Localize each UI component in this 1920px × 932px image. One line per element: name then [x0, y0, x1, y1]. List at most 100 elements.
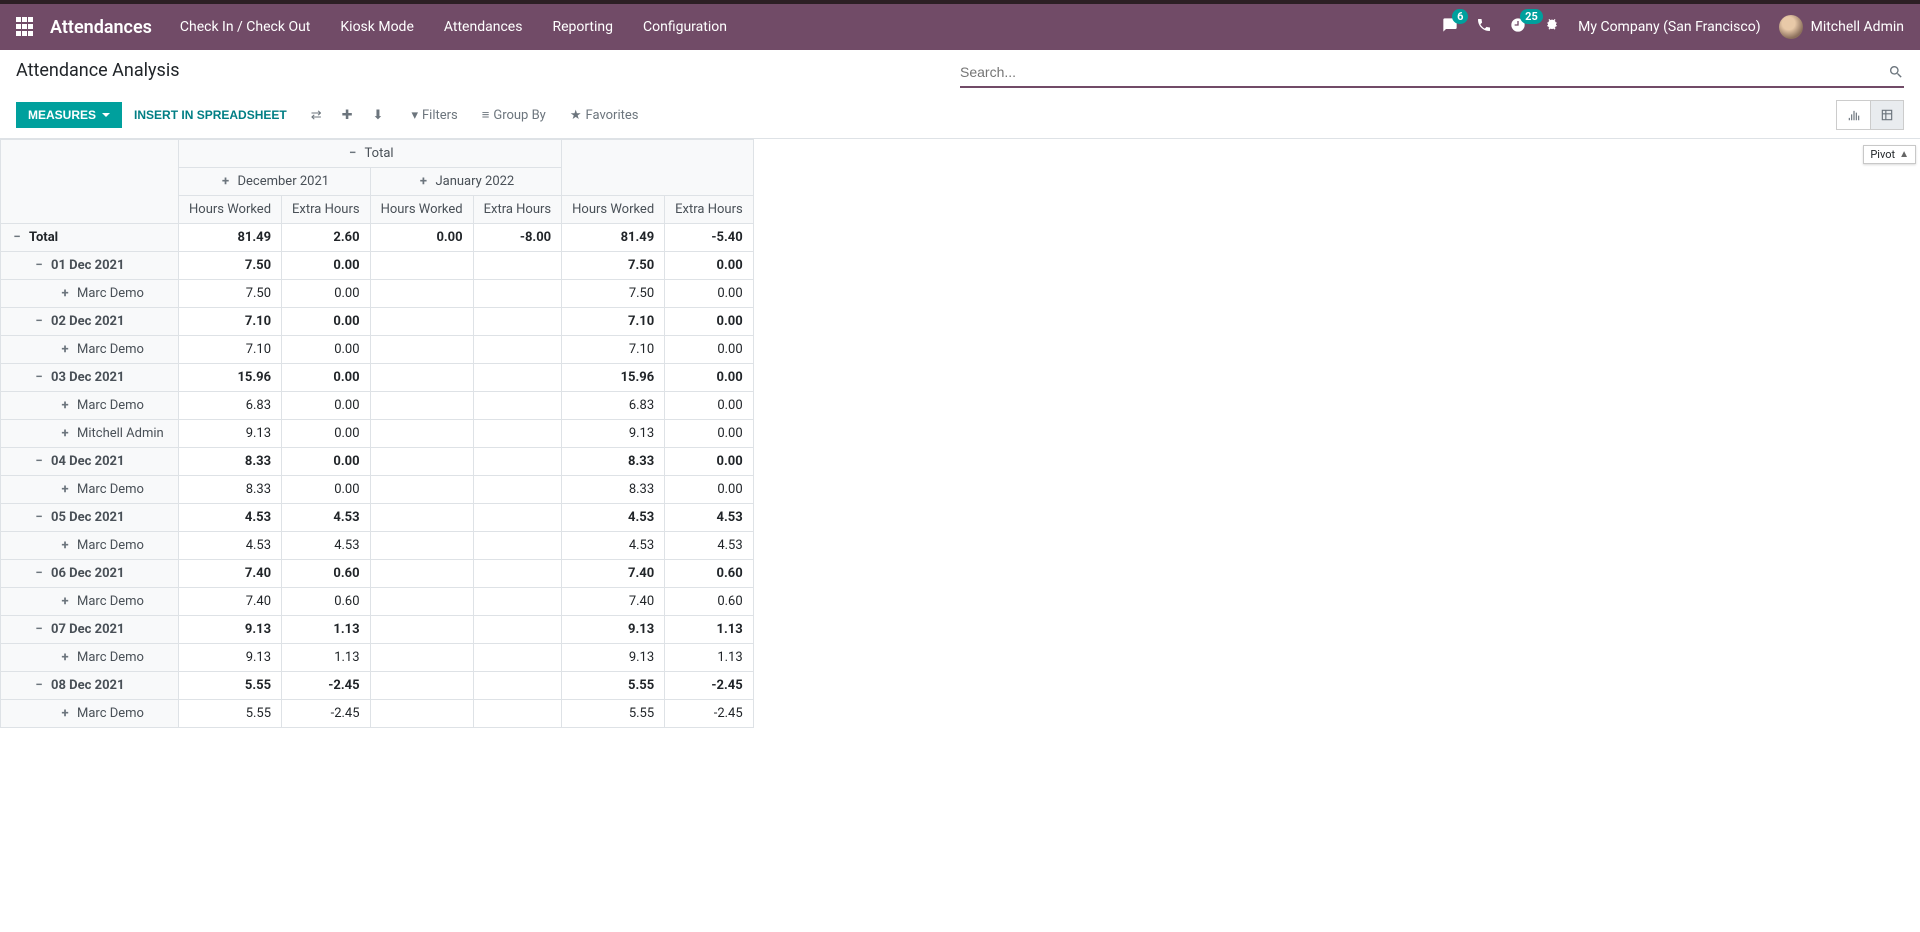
pivot-cell[interactable] [370, 672, 473, 700]
pivot-cell[interactable]: 81.49 [179, 224, 282, 252]
menu-reporting[interactable]: Reporting [552, 19, 613, 35]
collapse-icon[interactable]: − [33, 314, 45, 329]
pivot-cell[interactable]: 7.10 [562, 308, 665, 336]
measure-header[interactable]: Extra Hours [665, 196, 754, 224]
pivot-cell[interactable]: 1.13 [282, 644, 371, 672]
pivot-cell[interactable] [473, 476, 562, 504]
pivot-cell[interactable] [370, 252, 473, 280]
measure-header[interactable]: Extra Hours [473, 196, 562, 224]
pivot-cell[interactable] [370, 532, 473, 560]
apps-icon[interactable] [16, 17, 36, 37]
pivot-cell[interactable]: 1.13 [665, 644, 754, 672]
pivot-cell[interactable]: 5.55 [562, 700, 665, 728]
pivot-cell[interactable]: 9.13 [179, 420, 282, 448]
pivot-cell[interactable]: 7.50 [179, 280, 282, 308]
pivot-cell[interactable]: 8.33 [179, 476, 282, 504]
pivot-cell[interactable] [473, 420, 562, 448]
phone-icon[interactable] [1476, 17, 1492, 37]
download-icon[interactable]: ⬇ [373, 108, 384, 123]
pivot-cell[interactable] [370, 336, 473, 364]
pivot-cell[interactable]: 0.00 [665, 392, 754, 420]
flip-axis-icon[interactable]: ⇄ [311, 108, 322, 123]
pivot-cell[interactable] [370, 644, 473, 672]
row-header[interactable]: −07 Dec 2021 [1, 616, 179, 644]
expand-icon[interactable]: + [59, 482, 71, 497]
pivot-view-button[interactable] [1870, 100, 1904, 130]
messages-icon[interactable]: 6 [1442, 17, 1458, 37]
expand-icon[interactable]: + [59, 426, 71, 441]
pivot-cell[interactable]: 5.55 [179, 672, 282, 700]
debug-icon[interactable] [1544, 17, 1560, 37]
pivot-cell[interactable]: 6.83 [562, 392, 665, 420]
pivot-cell[interactable]: 0.00 [282, 392, 371, 420]
row-header[interactable]: +Marc Demo [1, 532, 179, 560]
pivot-cell[interactable] [473, 588, 562, 616]
pivot-cell[interactable]: 0.60 [665, 560, 754, 588]
expand-icon[interactable]: + [59, 650, 71, 665]
pivot-cell[interactable]: 8.33 [562, 448, 665, 476]
pivot-cell[interactable]: 7.40 [562, 588, 665, 616]
pivot-cell[interactable]: 5.55 [179, 700, 282, 728]
collapse-icon[interactable]: − [33, 678, 45, 693]
row-header[interactable]: −Total [1, 224, 179, 252]
pivot-cell[interactable] [370, 392, 473, 420]
search-icon[interactable] [1888, 64, 1904, 80]
collapse-icon[interactable]: − [11, 230, 23, 245]
pivot-cell[interactable] [473, 644, 562, 672]
pivot-cell[interactable]: 0.00 [282, 364, 371, 392]
row-header[interactable]: −04 Dec 2021 [1, 448, 179, 476]
row-header[interactable]: −05 Dec 2021 [1, 504, 179, 532]
pivot-cell[interactable]: 7.10 [179, 308, 282, 336]
company-switcher[interactable]: My Company (San Francisco) [1578, 19, 1760, 35]
app-brand[interactable]: Attendances [50, 17, 152, 38]
pivot-cell[interactable] [473, 364, 562, 392]
col-group-jan[interactable]: +January 2022 [370, 168, 562, 196]
row-header[interactable]: +Marc Demo [1, 644, 179, 672]
pivot-cell[interactable]: 0.00 [282, 448, 371, 476]
pivot-cell[interactable]: 0.60 [282, 588, 371, 616]
pivot-cell[interactable]: -8.00 [473, 224, 562, 252]
pivot-cell[interactable] [473, 392, 562, 420]
groupby-menu[interactable]: ≡ Group By [482, 107, 546, 123]
expand-icon[interactable]: + [59, 342, 71, 357]
row-header[interactable]: +Mitchell Admin [1, 420, 179, 448]
pivot-cell[interactable] [370, 448, 473, 476]
pivot-cell[interactable]: 7.40 [179, 560, 282, 588]
row-header[interactable]: +Marc Demo [1, 476, 179, 504]
pivot-cell[interactable]: 7.10 [179, 336, 282, 364]
row-header[interactable]: −06 Dec 2021 [1, 560, 179, 588]
col-total-header[interactable]: −Total [179, 140, 562, 168]
user-menu[interactable]: Mitchell Admin [1779, 15, 1904, 39]
pivot-cell[interactable]: 0.60 [665, 588, 754, 616]
collapse-icon[interactable]: − [33, 258, 45, 273]
pivot-cell[interactable]: 7.50 [562, 252, 665, 280]
menu-checkin[interactable]: Check In / Check Out [180, 19, 310, 35]
pivot-cell[interactable] [473, 252, 562, 280]
measures-button[interactable]: MEASURES [16, 102, 122, 128]
pivot-cell[interactable] [370, 364, 473, 392]
pivot-cell[interactable]: 0.60 [282, 560, 371, 588]
expand-icon[interactable]: + [59, 398, 71, 413]
pivot-cell[interactable]: 9.13 [562, 420, 665, 448]
pivot-cell[interactable]: 4.53 [562, 504, 665, 532]
collapse-icon[interactable]: − [33, 370, 45, 385]
row-header[interactable]: +Marc Demo [1, 336, 179, 364]
pivot-cell[interactable] [473, 308, 562, 336]
measure-header[interactable]: Hours Worked [370, 196, 473, 224]
menu-kiosk[interactable]: Kiosk Mode [340, 19, 414, 35]
pivot-cell[interactable] [370, 588, 473, 616]
pivot-cell[interactable] [473, 560, 562, 588]
pivot-cell[interactable]: 6.83 [179, 392, 282, 420]
menu-attendances[interactable]: Attendances [444, 19, 523, 35]
pivot-cell[interactable] [473, 700, 562, 728]
pivot-cell[interactable]: 4.53 [179, 532, 282, 560]
expand-icon[interactable]: + [219, 174, 231, 189]
collapse-icon[interactable]: − [33, 510, 45, 525]
pivot-cell[interactable]: 0.00 [665, 280, 754, 308]
pivot-cell[interactable] [370, 280, 473, 308]
pivot-cell[interactable]: 5.55 [562, 672, 665, 700]
pivot-cell[interactable]: 7.50 [179, 252, 282, 280]
activities-icon[interactable]: 25 [1510, 17, 1526, 37]
pivot-container[interactable]: Pivot▲ −Total +December 2021 +January 20… [0, 139, 1920, 932]
pivot-cell[interactable]: 0.00 [665, 252, 754, 280]
